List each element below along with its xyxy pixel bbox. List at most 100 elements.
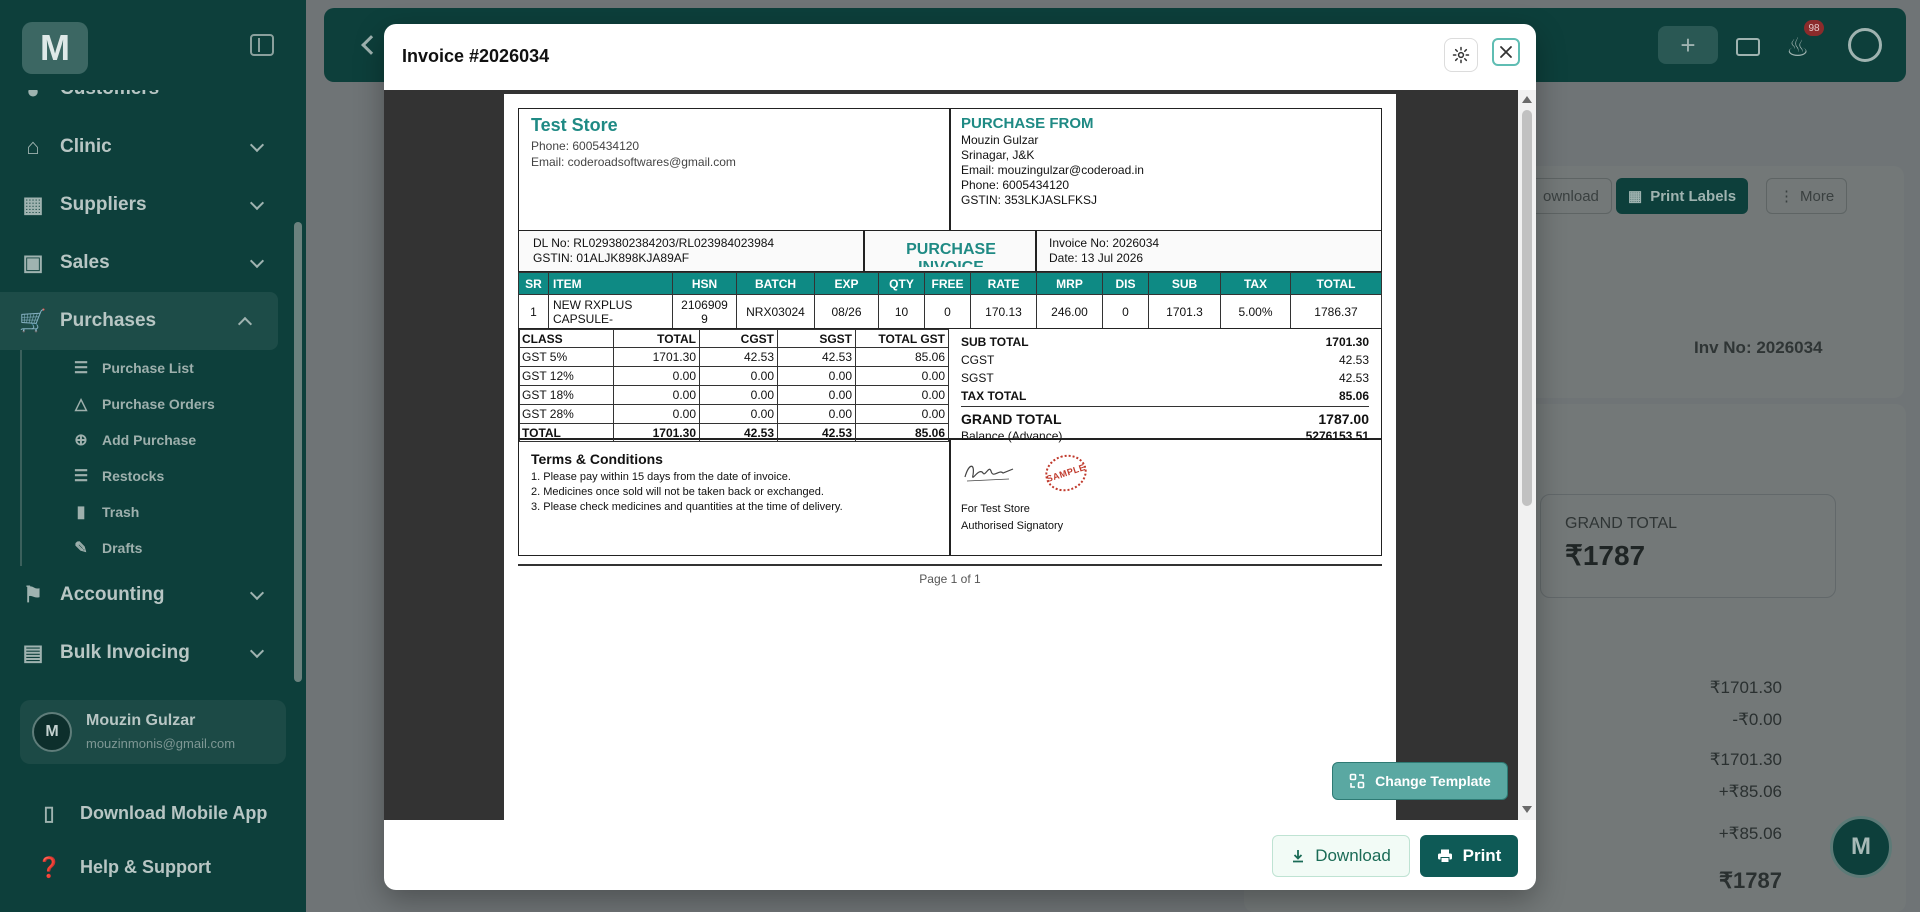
- more-button[interactable]: ⋮ More: [1766, 178, 1848, 214]
- summary-value: 42.53: [1338, 371, 1369, 385]
- terms-box: Terms & Conditions 1. Please pay within …: [518, 438, 1382, 556]
- table-row: GST 12% 0.00 0.00 0.00 0.00: [519, 366, 949, 386]
- print-button[interactable]: Print: [1420, 835, 1518, 877]
- term-1: 1. Please pay within 15 days from the da…: [531, 471, 791, 483]
- amount-grand-total: ₹1787: [1719, 868, 1782, 893]
- link-label: Help & Support: [80, 856, 211, 877]
- profile-icon[interactable]: [1848, 28, 1882, 62]
- sidebar-scrollbar[interactable]: [294, 222, 302, 682]
- sidebar-item-customers[interactable]: ● Customers: [0, 90, 290, 112]
- help-icon: ❓: [36, 856, 62, 879]
- viewer-scrollbar[interactable]: [1518, 90, 1536, 820]
- sidebar-subitem-trash[interactable]: ▮ Trash: [70, 494, 290, 530]
- sidebar-item-clinic[interactable]: ⌂ Clinic: [0, 118, 290, 176]
- cell-total: 0.00: [613, 385, 700, 405]
- sidebar-item-label: Purchases: [60, 310, 157, 331]
- terms-heading: Terms & Conditions: [531, 451, 663, 467]
- cell-rate: 170.13: [970, 294, 1037, 329]
- scroll-down-icon[interactable]: [1522, 806, 1532, 813]
- sidebar-item-sales[interactable]: ▣ Sales: [0, 234, 290, 292]
- items-header-row: SR ITEM HSN BATCH EXP QTY FREE RATE MRP …: [518, 272, 1382, 295]
- sidebar-subitem-restocks[interactable]: ☰ Restocks: [70, 458, 290, 494]
- sidebar-subitem-purchase-orders[interactable]: △ Purchase Orders: [70, 386, 290, 422]
- divider: [1035, 231, 1037, 271]
- notification-badge: 98: [1804, 20, 1824, 36]
- cell-exp: 08/26: [814, 294, 879, 329]
- avatar: M: [32, 712, 72, 752]
- invoice-no: Invoice No: 2026034: [1049, 236, 1160, 250]
- back-icon[interactable]: [361, 35, 381, 55]
- settings-button[interactable]: [1444, 38, 1478, 72]
- cell-hsn: 21069099: [672, 294, 737, 329]
- sidebar-item-accounting[interactable]: ⚑ Accounting: [0, 566, 290, 624]
- divider: [949, 439, 951, 555]
- scroll-up-icon[interactable]: [1522, 96, 1532, 103]
- more-label: More: [1800, 187, 1835, 205]
- sidebar-item-bulk-invoicing[interactable]: ▤ Bulk Invoicing: [0, 624, 290, 682]
- cell-total-gst: 0.00: [855, 366, 949, 386]
- gst-table: CLASS TOTAL CGST SGST TOTAL GST GST 5% 1…: [519, 329, 949, 442]
- download-mobile-app-link[interactable]: ▯ Download Mobile App: [36, 798, 267, 828]
- help-support-link[interactable]: ❓ Help & Support: [36, 852, 211, 882]
- cell-cgst: 0.00: [699, 385, 778, 405]
- col-header: CLASS: [519, 329, 614, 348]
- user-card[interactable]: M Mouzin Gulzar mouzinmonis@gmail.com: [20, 700, 286, 764]
- cell-cgst: 0.00: [699, 404, 778, 424]
- col-header: TAX: [1220, 272, 1291, 295]
- download-button-bg[interactable]: ownload: [1530, 178, 1612, 214]
- inv-no-label: Inv No: 2026034: [1694, 338, 1823, 357]
- sidebar-subitem-drafts[interactable]: ✎ Drafts: [70, 530, 290, 566]
- cell-cgst: 0.00: [699, 366, 778, 386]
- dl-no: DL No: RL0293802384203/RL023984023984: [533, 236, 775, 250]
- download-button[interactable]: Download: [1272, 835, 1410, 877]
- scroll-thumb[interactable]: [1522, 110, 1532, 506]
- summary-value: 42.53: [1338, 353, 1369, 367]
- bag-icon: ▣: [22, 250, 44, 275]
- sidebar-subitem-purchase-list[interactable]: ☰ Purchase List: [70, 350, 290, 386]
- printer-icon: [1437, 849, 1452, 863]
- chevron-down-icon: [249, 137, 265, 153]
- table-row: GST 28% 0.00 0.00 0.00 0.00: [519, 404, 949, 424]
- bank-icon: ⚑: [23, 582, 43, 607]
- app-logo[interactable]: M: [22, 22, 88, 74]
- col-header: DIS: [1102, 272, 1149, 295]
- cell-batch: NRX03024: [736, 294, 815, 329]
- print-labels-button[interactable]: ▦ Print Labels: [1616, 178, 1749, 214]
- sidebar-subitem-add-purchase[interactable]: ⊕ Add Purchase: [70, 422, 290, 458]
- items-table: SR ITEM HSN BATCH EXP QTY FREE RATE MRP …: [518, 272, 1382, 329]
- sidebar-item-suppliers[interactable]: ▦ Suppliers: [0, 176, 290, 234]
- amount-taxable: ₹1701.30: [1709, 750, 1782, 769]
- summary-value: 85.06: [1338, 389, 1369, 403]
- user-name: Mouzin Gulzar: [86, 712, 196, 729]
- gstin: GSTIN: 01ALJK898KJA89AF: [533, 251, 690, 265]
- cell-total-gst: 85.06: [855, 347, 949, 367]
- cart-icon: 🛒: [19, 308, 47, 333]
- change-template-button[interactable]: Change Template: [1332, 762, 1508, 800]
- users-icon: ●: [26, 90, 40, 103]
- summary-label: SGST: [961, 371, 994, 385]
- keyboard-icon[interactable]: [1736, 38, 1760, 56]
- amount-tax-total: +₹85.06: [1718, 824, 1782, 843]
- summary-grand-total: GRAND TOTAL 1787.00: [961, 411, 1369, 429]
- bell-icon[interactable]: ♨: [1786, 32, 1812, 62]
- cell-total-gst: 0.00: [855, 404, 949, 424]
- close-button[interactable]: [1492, 38, 1520, 66]
- invoice-header: Test Store Phone: 6005434120 Email: code…: [518, 108, 1382, 232]
- footer-rule: [518, 564, 1382, 566]
- subitem-label: Trash: [102, 504, 140, 520]
- invoice-info-row: DL No: RL0293802384203/RL023984023984 GS…: [518, 230, 1382, 272]
- term-2: 2. Medicines once sold will not be taken…: [531, 486, 824, 498]
- quick-add-button[interactable]: +: [1658, 26, 1718, 64]
- pdf-viewer[interactable]: Test Store Phone: 6005434120 Email: code…: [384, 90, 1536, 820]
- cell-sgst: 42.53: [777, 347, 856, 367]
- cell-class: GST 28%: [519, 404, 614, 424]
- cell-total: 0.00: [613, 404, 700, 424]
- signature-icon: [964, 465, 1014, 482]
- assistant-fab[interactable]: M: [1830, 816, 1892, 878]
- sidebar-item-purchases[interactable]: 🛒 Purchases: [0, 292, 278, 350]
- sidebar-collapse-icon[interactable]: [250, 34, 274, 56]
- cell-total: 1786.37: [1290, 294, 1382, 329]
- col-header: TOTAL GST: [855, 329, 949, 348]
- orders-icon: △: [74, 396, 88, 413]
- cell-free: 0: [924, 294, 971, 329]
